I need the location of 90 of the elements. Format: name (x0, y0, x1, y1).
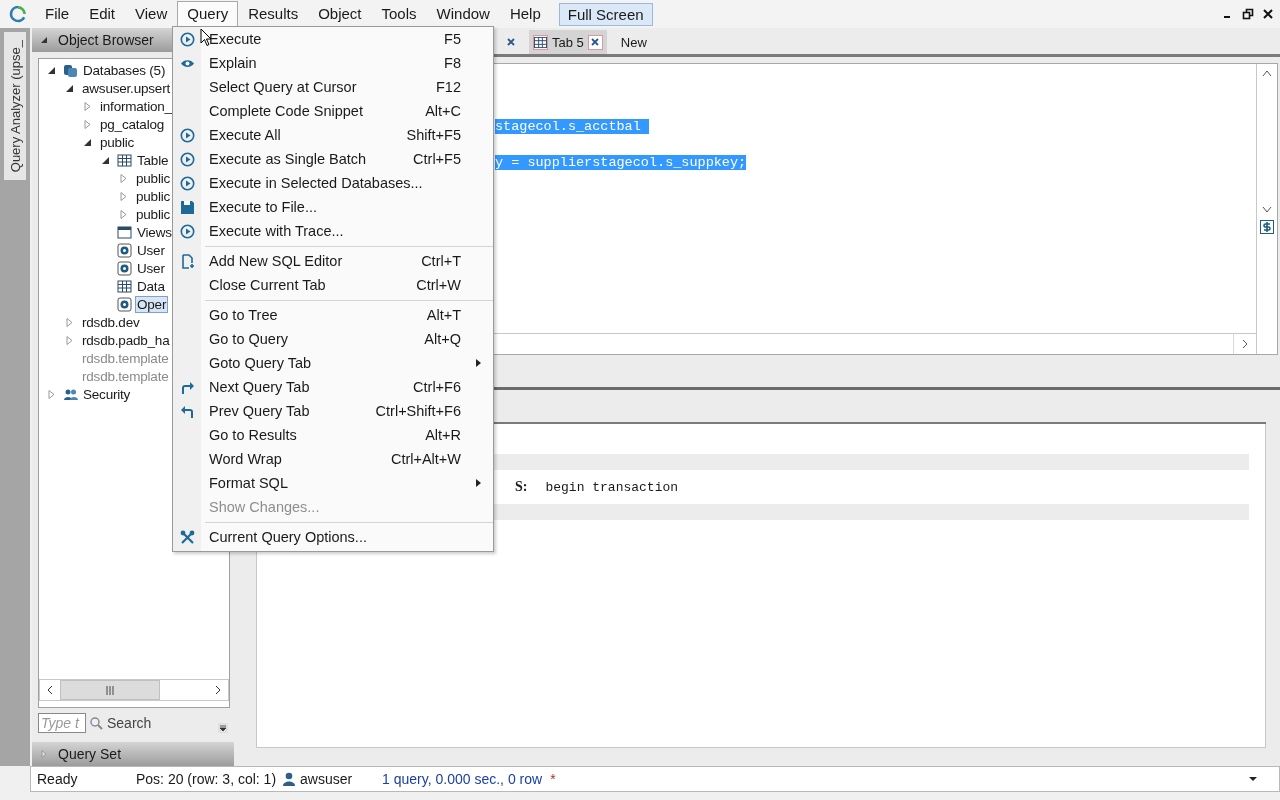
close-icon[interactable] (506, 38, 515, 46)
tree-item[interactable]: information_ (99, 98, 173, 114)
table-icon (117, 278, 132, 294)
menu-item[interactable]: View (125, 1, 178, 27)
menu-item[interactable]: Current Query Options... (173, 525, 493, 549)
app-logo-icon (9, 5, 27, 23)
expanded-arrow-icon[interactable] (65, 83, 74, 93)
close-icon[interactable] (1262, 8, 1274, 20)
menu-item[interactable]: Next Query Tab Ctrl+F6 (173, 375, 493, 399)
menu-item[interactable]: Tools (371, 1, 427, 27)
play-icon (179, 151, 195, 167)
result-label: S: (515, 479, 528, 495)
full-screen-button[interactable]: Full Screen (558, 2, 653, 26)
scroll-right-icon[interactable] (1241, 339, 1249, 349)
modified-marker: * (550, 771, 556, 787)
menu-item[interactable]: Format SQL (173, 471, 493, 495)
scroll-right-icon[interactable] (214, 685, 222, 695)
submenu-arrow-icon (476, 359, 481, 367)
database-icon (63, 62, 78, 78)
status-text: Ready (36, 771, 79, 787)
tree-item[interactable]: Views (136, 224, 173, 240)
tree-item[interactable]: pg_catalog (99, 116, 166, 132)
menu-item[interactable]: Query (177, 1, 239, 27)
tree-item[interactable]: User (136, 260, 166, 276)
gear-icon (117, 242, 132, 258)
restore-icon[interactable] (1242, 8, 1254, 20)
tree-item[interactable]: awsuser.upsert (81, 80, 171, 96)
menu-item[interactable]: Edit (79, 1, 126, 27)
user-name: awsuser (300, 771, 353, 787)
gear-icon (117, 260, 132, 276)
tree-item[interactable]: User (136, 242, 166, 258)
menu-item[interactable]: Execute F5 (173, 27, 493, 51)
dropdown-icon[interactable] (218, 723, 228, 733)
result-text: begin transaction (545, 479, 679, 495)
tree-item[interactable]: Security (82, 386, 132, 402)
forward-arrow-icon (179, 379, 195, 395)
menu-item[interactable]: File (35, 1, 80, 27)
tree-item[interactable]: public (135, 206, 172, 222)
tree-item[interactable]: public (99, 134, 136, 150)
panel-title: Query Set (58, 746, 122, 762)
play-icon (179, 175, 195, 191)
scroll-up-icon[interactable] (1262, 69, 1272, 77)
menu-item[interactable]: Word Wrap Ctrl+Alt+W (173, 447, 493, 471)
collapse-icon[interactable] (40, 36, 48, 44)
menu-item[interactable]: Results (238, 1, 309, 27)
scroll-left-icon[interactable] (46, 685, 54, 695)
panel-title: Object Browser (58, 32, 154, 48)
play-icon (179, 127, 195, 143)
cursor-position: Pos: 20 (row: 3, col: 1) (136, 771, 277, 787)
table-icon (117, 152, 132, 168)
tree-item[interactable]: Databases (5) (82, 62, 167, 78)
search-field[interactable]: Type t (38, 713, 86, 733)
tab[interactable]: Tab 5 (529, 30, 607, 54)
user-icon (282, 772, 297, 786)
query-summary: 1 query, 0.000 sec., 0 row (382, 771, 543, 787)
search-button[interactable]: Search (86, 715, 152, 731)
horizontal-scrollbar[interactable] (39, 679, 229, 701)
dropdown-arrow-icon[interactable] (1249, 776, 1257, 782)
grip-icon[interactable] (105, 685, 115, 695)
expanded-arrow-icon[interactable] (47, 65, 56, 75)
tree-item[interactable]: Oper (136, 296, 168, 312)
grid-icon (533, 34, 548, 50)
tree-item[interactable]: public (135, 188, 172, 204)
submenu-arrow-icon (476, 479, 481, 487)
tree-item[interactable]: rdsdb.padb_ha (81, 332, 171, 348)
menu-item[interactable]: Object (308, 1, 372, 27)
search-icon (90, 716, 103, 730)
menu-item[interactable]: Window (426, 1, 500, 27)
vertical-scrollbar[interactable] (1256, 64, 1277, 354)
play-icon (179, 31, 195, 47)
close-icon[interactable] (591, 38, 600, 46)
expanded-arrow-icon[interactable] (101, 155, 110, 165)
tree-item[interactable]: rdsdb.dev (81, 314, 141, 330)
tree-item[interactable]: Table (136, 152, 170, 168)
menu-item[interactable]: Prev Query Tab Ctrl+Shift+F6 (173, 399, 493, 423)
save-icon (179, 199, 195, 215)
new-tab-button[interactable]: New (614, 34, 653, 50)
play-icon (179, 223, 195, 239)
scroll-down-icon[interactable] (1262, 205, 1272, 213)
tools-icon (179, 529, 195, 545)
expanded-arrow-icon[interactable] (83, 137, 92, 147)
new-document-icon (179, 253, 195, 269)
tree-item[interactable]: Data (136, 278, 166, 294)
dollar-icon[interactable] (1260, 220, 1274, 234)
window-icon (117, 224, 132, 240)
gear-icon (117, 296, 132, 312)
menu-item[interactable]: Help (499, 1, 551, 27)
tab-label: Tab 5 (552, 34, 584, 50)
menu-item[interactable]: Go to Results Alt+R (173, 423, 493, 447)
tree-item[interactable]: public (135, 170, 172, 186)
